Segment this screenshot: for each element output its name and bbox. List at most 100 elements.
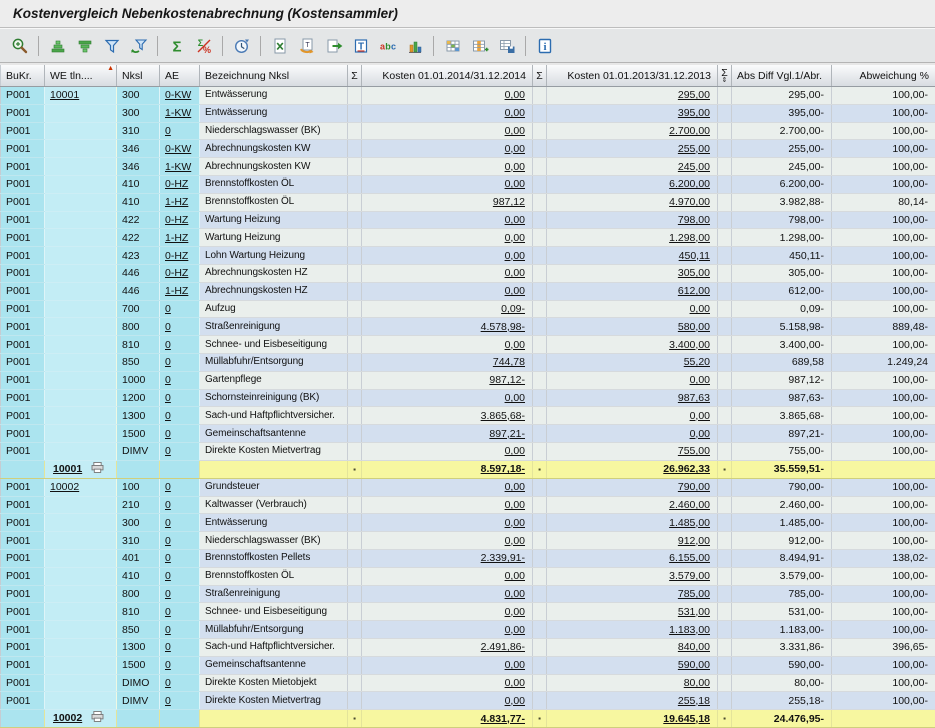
cell-ae-link[interactable]: 0-HZ [160,175,200,193]
cell-k2014-link[interactable]: 0,00 [362,514,533,532]
cell-k2013-link[interactable]: 295,00 [547,87,718,105]
cell-k2014-link[interactable]: 0,00 [362,442,533,460]
table-row[interactable]: P0014010Brennstoffkosten Pellets2.339,91… [1,549,935,567]
cell-k2013-link[interactable]: 755,00 [547,442,718,460]
cell-ae-link[interactable]: 0 [160,478,200,496]
cell-ae-link[interactable]: 0 [160,674,200,692]
local-file-button[interactable] [321,34,346,58]
cell-k2013-total-link[interactable]: 19.645,18 [547,710,718,728]
we-total-link[interactable]: 10001 [50,463,82,475]
cell-k2014-total-link[interactable]: 8.597,18- [362,460,533,478]
table-row[interactable]: P00115000Gemeinschaftsantenne897,21-0,00… [1,425,935,443]
cell-k2013-link[interactable]: 255,18 [547,692,718,710]
table-row[interactable]: P001DIMV0Direkte Kosten Mietvertrag0,007… [1,442,935,460]
cell-k2014-link[interactable]: 0,00 [362,264,533,282]
cell-k2014-link[interactable]: 0,00 [362,567,533,585]
cell-ae-link[interactable]: 0 [160,353,200,371]
refresh-button[interactable] [229,34,254,58]
cell-k2014-link[interactable]: 0,00 [362,585,533,603]
cell-ae-link[interactable]: 0 [160,407,200,425]
table-row[interactable]: P00115000Gemeinschaftsantenne0,00590,005… [1,656,935,674]
cell-k2013-link[interactable]: 0,00 [547,300,718,318]
cell-ae-link[interactable]: 0 [160,371,200,389]
cell-ae-link[interactable]: 0 [160,336,200,354]
cell-k2014-link[interactable]: 0,00 [362,478,533,496]
column-header-bukr[interactable]: BuKr. [1,65,45,87]
abc-analysis-button[interactable]: abc [375,34,400,58]
cell-k2013-link[interactable]: 3.579,00 [547,567,718,585]
cell-k2014-link[interactable]: 0,00 [362,87,533,105]
cell-k2013-link[interactable]: 840,00 [547,638,718,656]
table-row[interactable]: P00113000Sach-und Haftpflichtversicher.3… [1,407,935,425]
cell-k2014-link[interactable]: 0,00 [362,140,533,158]
table-row[interactable]: P0013100Niederschlagswasser (BK)0,00912,… [1,532,935,550]
cell-k2013-link[interactable]: 305,00 [547,264,718,282]
column-header-we[interactable]: WE tln....▲ [45,65,117,87]
table-row[interactable]: P00110000Gartenpflege987,12-0,00987,12-1… [1,371,935,389]
cell-k2013-link[interactable]: 2.700,00 [547,122,718,140]
cell-ae-link[interactable]: 0 [160,496,200,514]
cell-k2013-link[interactable]: 0,00 [547,371,718,389]
cell-ae-link[interactable]: 0 [160,585,200,603]
cell-k2013-link[interactable]: 0,00 [547,425,718,443]
cell-ae-link[interactable]: 0 [160,567,200,585]
table-row[interactable]: P0017000Aufzug0,09-0,000,09-100,00- [1,300,935,318]
change-layout-button[interactable] [467,34,492,58]
column-header-nksl[interactable]: Nksl [117,65,160,87]
table-row[interactable]: P0012100Kaltwasser (Verbrauch)0,002.460,… [1,496,935,514]
table-row[interactable]: P001DIMO0Direkte Kosten Mietobjekt0,0080… [1,674,935,692]
table-row[interactable]: P0013100Niederschlagswasser (BK)0,002.70… [1,122,935,140]
cell-k2013-link[interactable]: 1.298,00 [547,229,718,247]
table-row[interactable]: P0018000Straßenreinigung0,00785,00785,00… [1,585,935,603]
cell-k2014-link[interactable]: 987,12 [362,193,533,211]
table-row[interactable]: P0013001-KWEntwässerung0,00395,00395,00-… [1,104,935,122]
cell-ae-link[interactable]: 0 [160,638,200,656]
cell-k2014-link[interactable]: 987,12- [362,371,533,389]
cell-k2014-link[interactable]: 2.491,86- [362,638,533,656]
cell-k2014-link[interactable]: 0,00 [362,336,533,354]
cell-ae-link[interactable]: 0-KW [160,87,200,105]
table-row[interactable]: P001100013000-KWEntwässerung0,00295,0029… [1,87,935,105]
cell-ae-link[interactable]: 0 [160,603,200,621]
cell-k2014-link[interactable]: 0,00 [362,229,533,247]
cell-k2014-link[interactable]: 0,00 [362,603,533,621]
delete-filter-button[interactable] [126,34,151,58]
cell-ae-link[interactable]: 0 [160,549,200,567]
table-row[interactable]: P00112000Schornsteinreinigung (BK)0,0098… [1,389,935,407]
cell-k2013-link[interactable]: 55,20 [547,353,718,371]
cell-ae-link[interactable]: 1-HZ [160,193,200,211]
cell-ae-link[interactable]: 0 [160,389,200,407]
cell-k2013-link[interactable]: 2.460,00 [547,496,718,514]
graphic-button[interactable] [402,34,427,58]
cell-ae-link[interactable]: 1-HZ [160,282,200,300]
we-total-link[interactable]: 10002 [50,712,82,724]
column-header-ae[interactable]: AE [160,65,200,87]
cell-ae-link[interactable]: 0 [160,442,200,460]
table-row[interactable]: P0014220-HZWartung Heizung0,00798,00798,… [1,211,935,229]
cell-we-link[interactable]: 10001 [45,87,117,105]
cell-k2014-link[interactable]: 744,78 [362,353,533,371]
cell-ae-link[interactable]: 0 [160,300,200,318]
cell-ae-link[interactable]: 0 [160,318,200,336]
cell-k2014-link[interactable]: 0,00 [362,389,533,407]
cell-ae-link[interactable]: 0 [160,621,200,639]
cell-we-link[interactable]: 10002 [45,478,117,496]
cell-k2013-link[interactable]: 3.400,00 [547,336,718,354]
cell-k2013-link[interactable]: 785,00 [547,585,718,603]
cell-ae-link[interactable]: 0 [160,656,200,674]
cell-k2013-link[interactable]: 255,00 [547,140,718,158]
info-button[interactable]: i [532,34,557,58]
cell-k2013-link[interactable]: 590,00 [547,656,718,674]
cell-k2014-link[interactable]: 0,09- [362,300,533,318]
cell-k2013-link[interactable]: 0,00 [547,407,718,425]
sort-descending-button[interactable] [72,34,97,58]
cell-k2013-link[interactable]: 580,00 [547,318,718,336]
column-header-sig3[interactable]: Σ⇕ [718,65,732,87]
details-button[interactable] [7,34,32,58]
cell-k2013-link[interactable]: 612,00 [547,282,718,300]
cell-ae-link[interactable]: 0 [160,692,200,710]
cell-k2014-link[interactable]: 0,00 [362,656,533,674]
cell-k2013-link[interactable]: 4.970,00 [547,193,718,211]
table-row[interactable]: P0013000Entwässerung0,001.485,001.485,00… [1,514,935,532]
cell-k2014-link[interactable]: 0,00 [362,496,533,514]
